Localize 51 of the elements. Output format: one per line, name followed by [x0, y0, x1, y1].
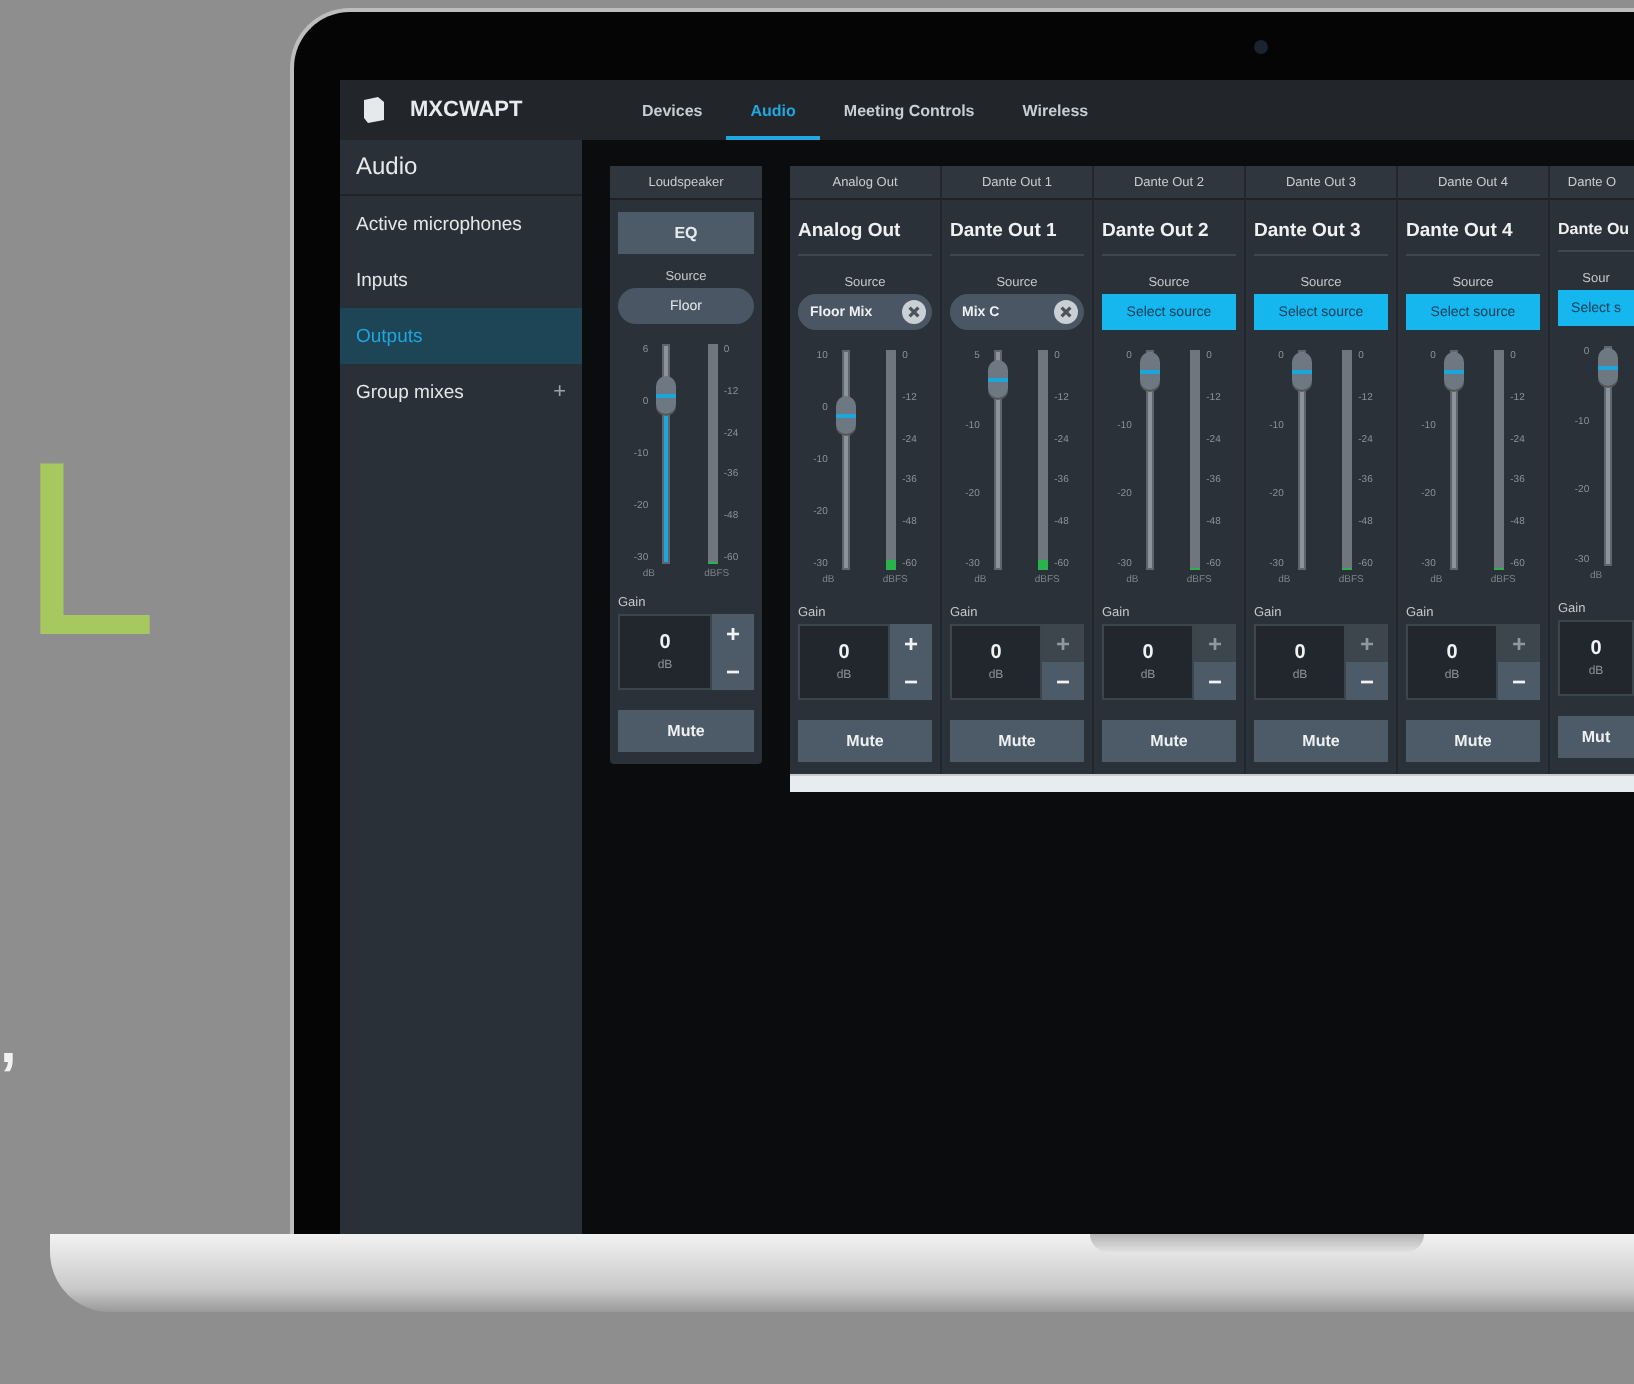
- sidebar-item[interactable]: Group mixes +: [340, 364, 582, 420]
- fader-thumb[interactable]: [1597, 348, 1618, 388]
- eq-button[interactable]: EQ: [618, 212, 754, 254]
- channel-title: Analog Out: [798, 200, 932, 256]
- sidebar-item[interactable]: Outputs: [340, 308, 582, 364]
- fader-thumb[interactable]: [1291, 352, 1312, 392]
- heading-fragment: ,: [0, 1014, 17, 1074]
- sidebar-item-label: Outputs: [356, 325, 423, 347]
- mute-button[interactable]: Mute: [950, 720, 1084, 762]
- mute-button[interactable]: Mute: [1406, 720, 1540, 762]
- nav-tab[interactable]: Wireless: [998, 80, 1113, 140]
- sidebar-item-label: Inputs: [356, 269, 408, 291]
- channel-title: Dante Out 1: [950, 200, 1084, 256]
- fader-thumb[interactable]: [1443, 352, 1464, 392]
- decrease-button[interactable]: −: [1194, 662, 1236, 700]
- channel-title: Dante Out 4: [1406, 200, 1540, 256]
- nav-tab[interactable]: Devices: [618, 80, 727, 140]
- nav-tab[interactable]: Audio: [726, 80, 820, 140]
- channel-title: Dante Out 2: [1102, 200, 1236, 256]
- mute-button[interactable]: Mut: [1558, 716, 1634, 758]
- nav-tab[interactable]: Meeting Controls: [819, 80, 999, 140]
- horizontal-scrollbar[interactable]: [790, 774, 1634, 792]
- sidebar-item-label: Active microphones: [356, 213, 522, 235]
- decrease-button[interactable]: −: [712, 652, 754, 690]
- decrease-button[interactable]: −: [890, 662, 932, 700]
- increase-button[interactable]: +: [712, 614, 754, 652]
- add-button[interactable]: +: [553, 380, 566, 404]
- sidebar-item-label: Group mixes: [356, 381, 464, 403]
- sidebar-item[interactable]: Inputs: [340, 252, 582, 308]
- mute-button[interactable]: Mute: [1102, 720, 1236, 762]
- app-name: MXCWAPT: [410, 98, 523, 122]
- fader-thumb[interactable]: [656, 375, 677, 416]
- fader-thumb[interactable]: [987, 360, 1008, 401]
- clear-icon[interactable]: [1054, 300, 1078, 324]
- channel-title: Dante Out 3: [1254, 200, 1388, 256]
- logo-icon: [362, 96, 386, 124]
- channel-title: Dante Ou: [1558, 200, 1634, 252]
- heading-fragment: L: [20, 426, 158, 674]
- camera-dot: [1254, 40, 1268, 54]
- sidebar-title: Audio: [340, 140, 582, 196]
- sidebar-item[interactable]: Active microphones: [340, 196, 582, 252]
- mute-button[interactable]: Mute: [1254, 720, 1388, 762]
- increase-button[interactable]: +: [890, 624, 932, 662]
- decrease-button[interactable]: −: [1042, 662, 1084, 700]
- fader-thumb[interactable]: [1139, 352, 1160, 392]
- fader-thumb[interactable]: [835, 396, 856, 436]
- mute-button[interactable]: Mute: [798, 720, 932, 762]
- clear-icon[interactable]: [902, 300, 926, 324]
- decrease-button[interactable]: −: [1346, 662, 1388, 700]
- decrease-button[interactable]: −: [1498, 662, 1540, 700]
- mute-button[interactable]: Mute: [618, 710, 754, 752]
